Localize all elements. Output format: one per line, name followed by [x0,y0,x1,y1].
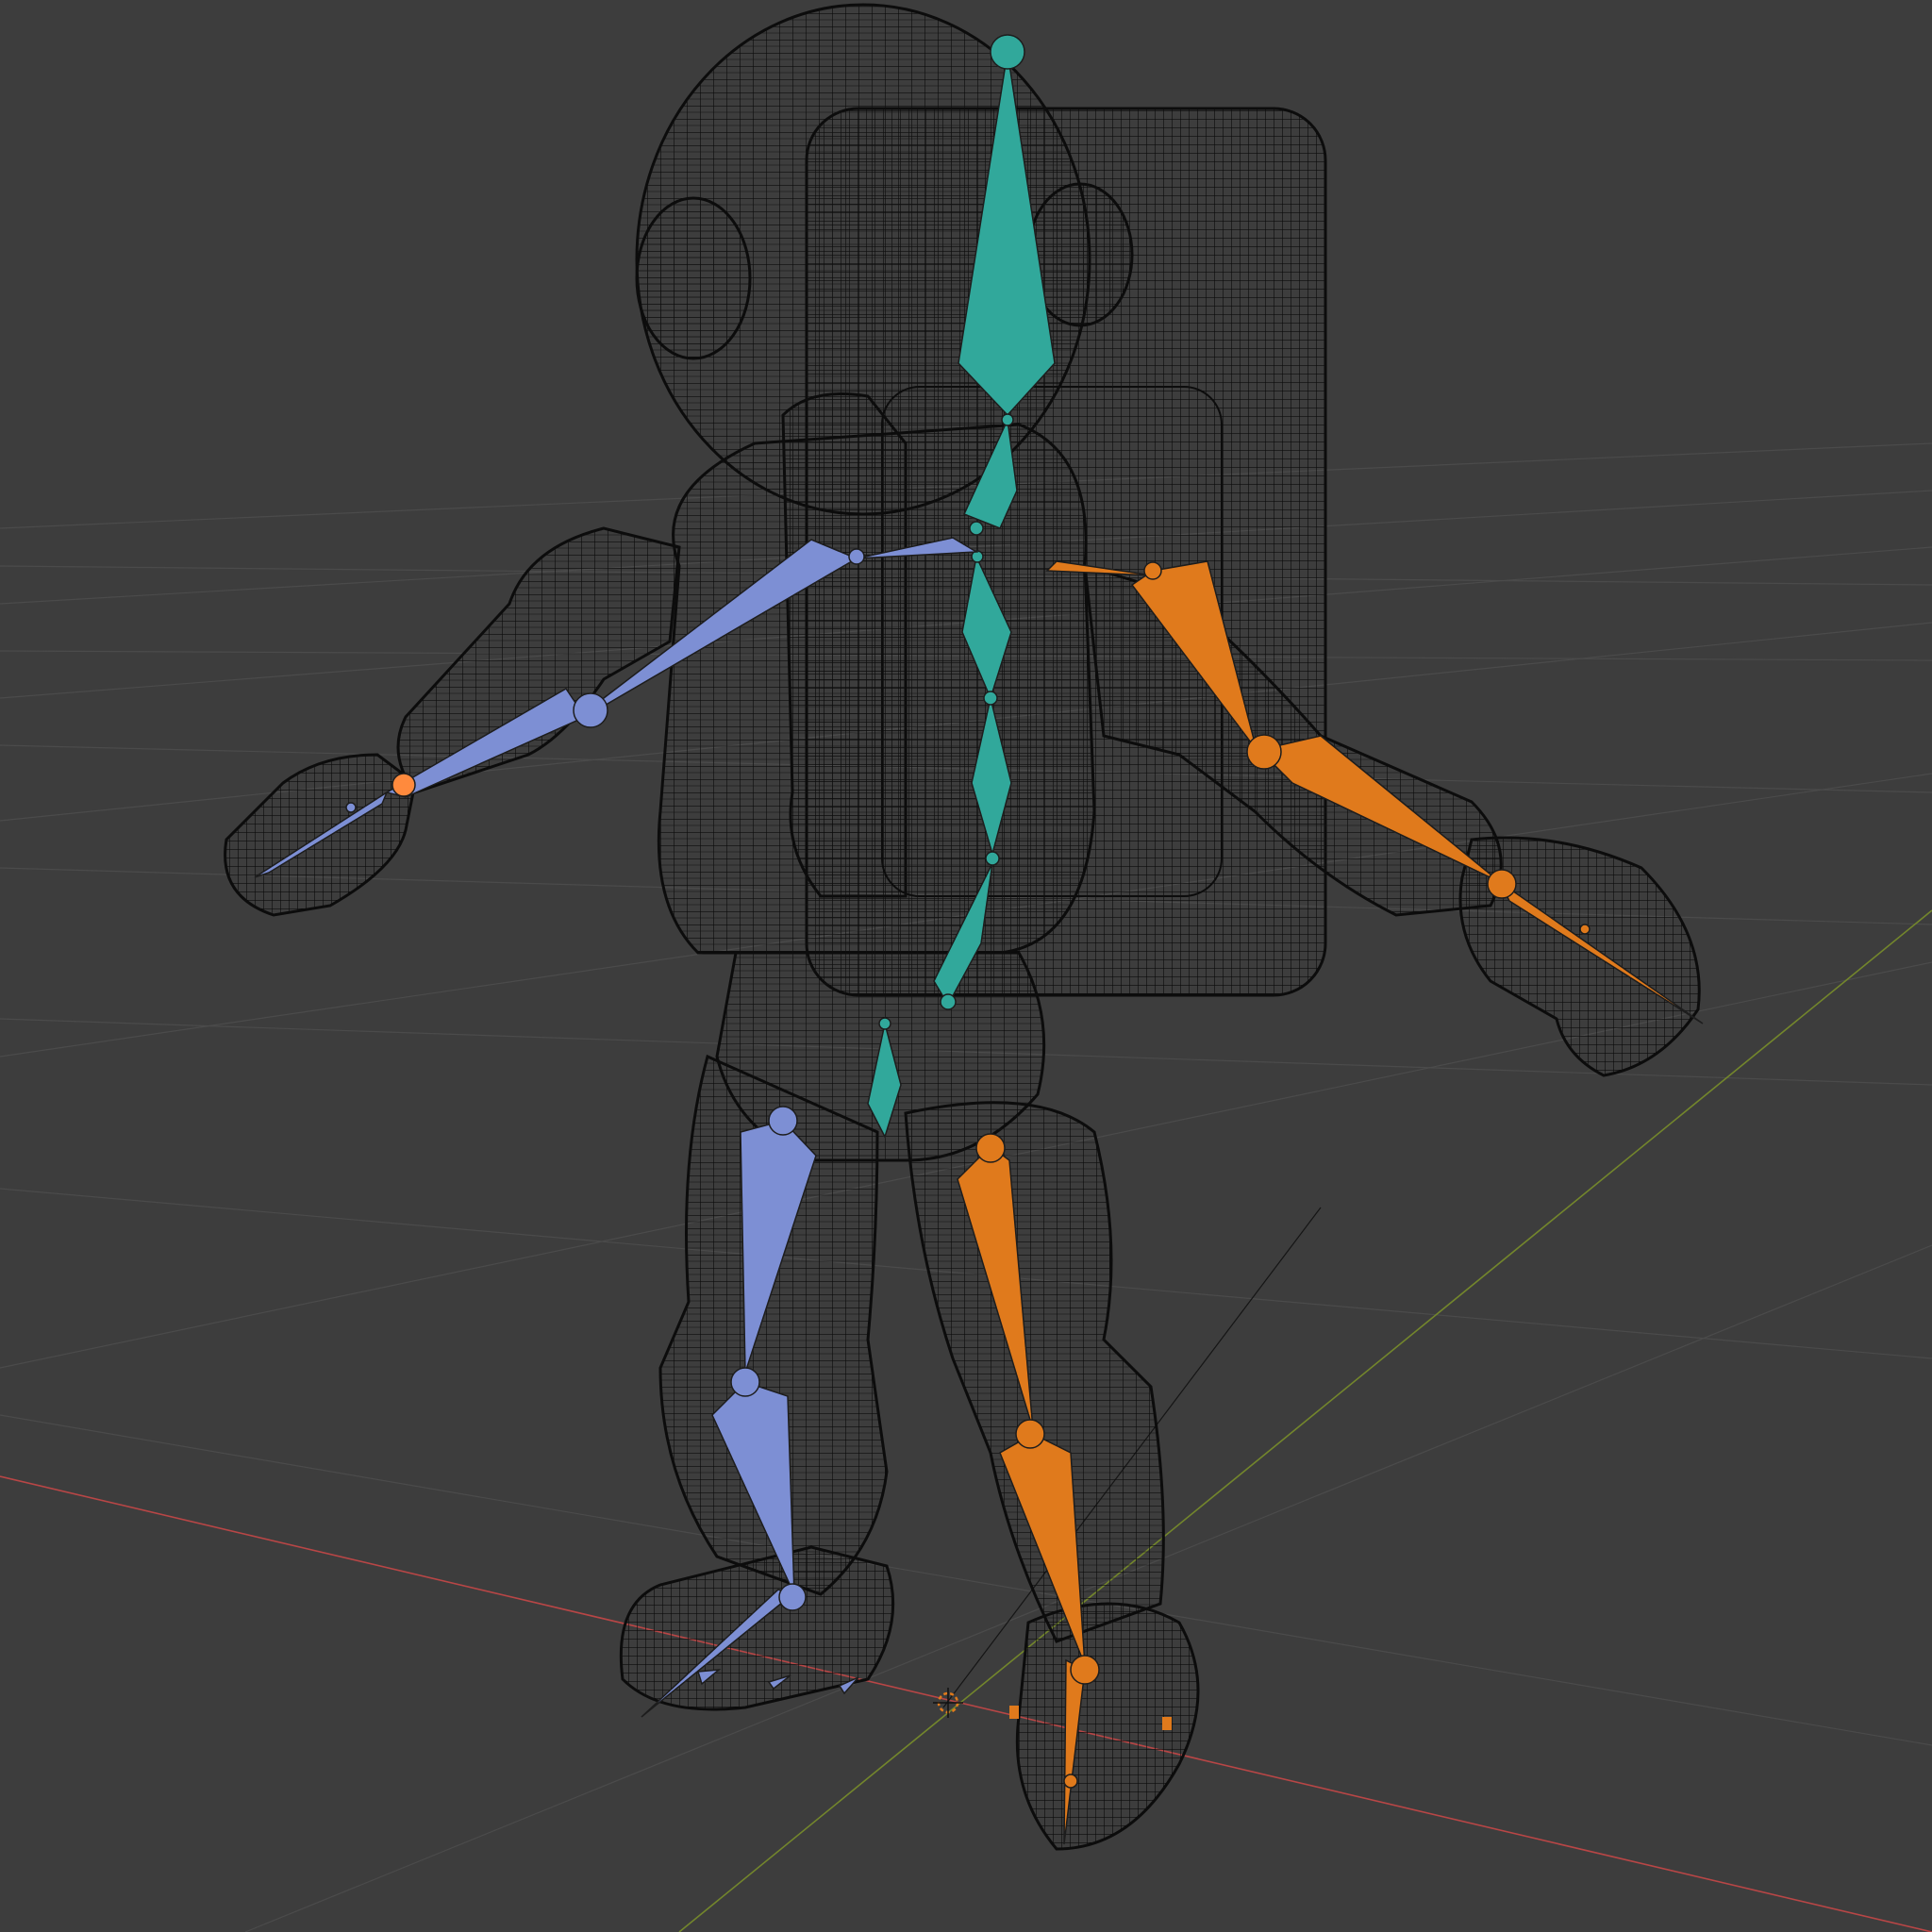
3d-viewport[interactable] [0,0,1932,1932]
mesh-leg-right [904,1101,1165,1643]
viewport-canvas[interactable] [0,0,1932,1932]
bone-joint-knee-left[interactable] [730,1367,760,1397]
bone-joint-pelvis[interactable] [940,993,957,1010]
bone-joint-finger-right[interactable] [1579,924,1591,935]
bone-joint-shoulder-right[interactable] [1143,561,1162,580]
x-axis-line [0,1475,1932,1932]
bone-joint-ankle-right[interactable] [1070,1655,1100,1685]
bone-joint-chest[interactable] [969,521,984,536]
bone-joint-spine-lower[interactable] [985,851,1000,866]
mesh-chestplate [781,392,908,898]
bone-joint-ankle-left[interactable] [778,1583,807,1611]
bone-joint-toe-right[interactable] [1063,1774,1078,1789]
bone-joint-elbow-right[interactable] [1246,734,1282,770]
bone-joint-neck[interactable] [1001,413,1014,426]
bone-joint-finger-left[interactable] [345,802,357,813]
bone-joint-spine-upper[interactable] [983,691,998,706]
mesh-helmet-ear-left [635,196,752,360]
bone-joint-hips[interactable] [878,1017,891,1030]
bone-joint-wrist-left[interactable] [391,773,416,797]
ik-marker-1[interactable] [1009,1706,1019,1719]
mesh-arm-left [396,526,681,794]
3d-cursor-icon[interactable] [933,1688,963,1718]
bone-joint-head-tip[interactable] [990,34,1025,70]
bone-joint-hip-right[interactable] [975,1133,1006,1163]
bone-joint-knee-right[interactable] [1015,1419,1045,1449]
bone-joint-elbow-left[interactable] [573,692,608,728]
bone-joint-wrist-right[interactable] [1487,869,1517,899]
ik-marker-2[interactable] [1162,1717,1172,1730]
bone-joint-shoulder-left[interactable] [848,548,865,565]
bone-joint-hip-left[interactable] [768,1106,798,1136]
